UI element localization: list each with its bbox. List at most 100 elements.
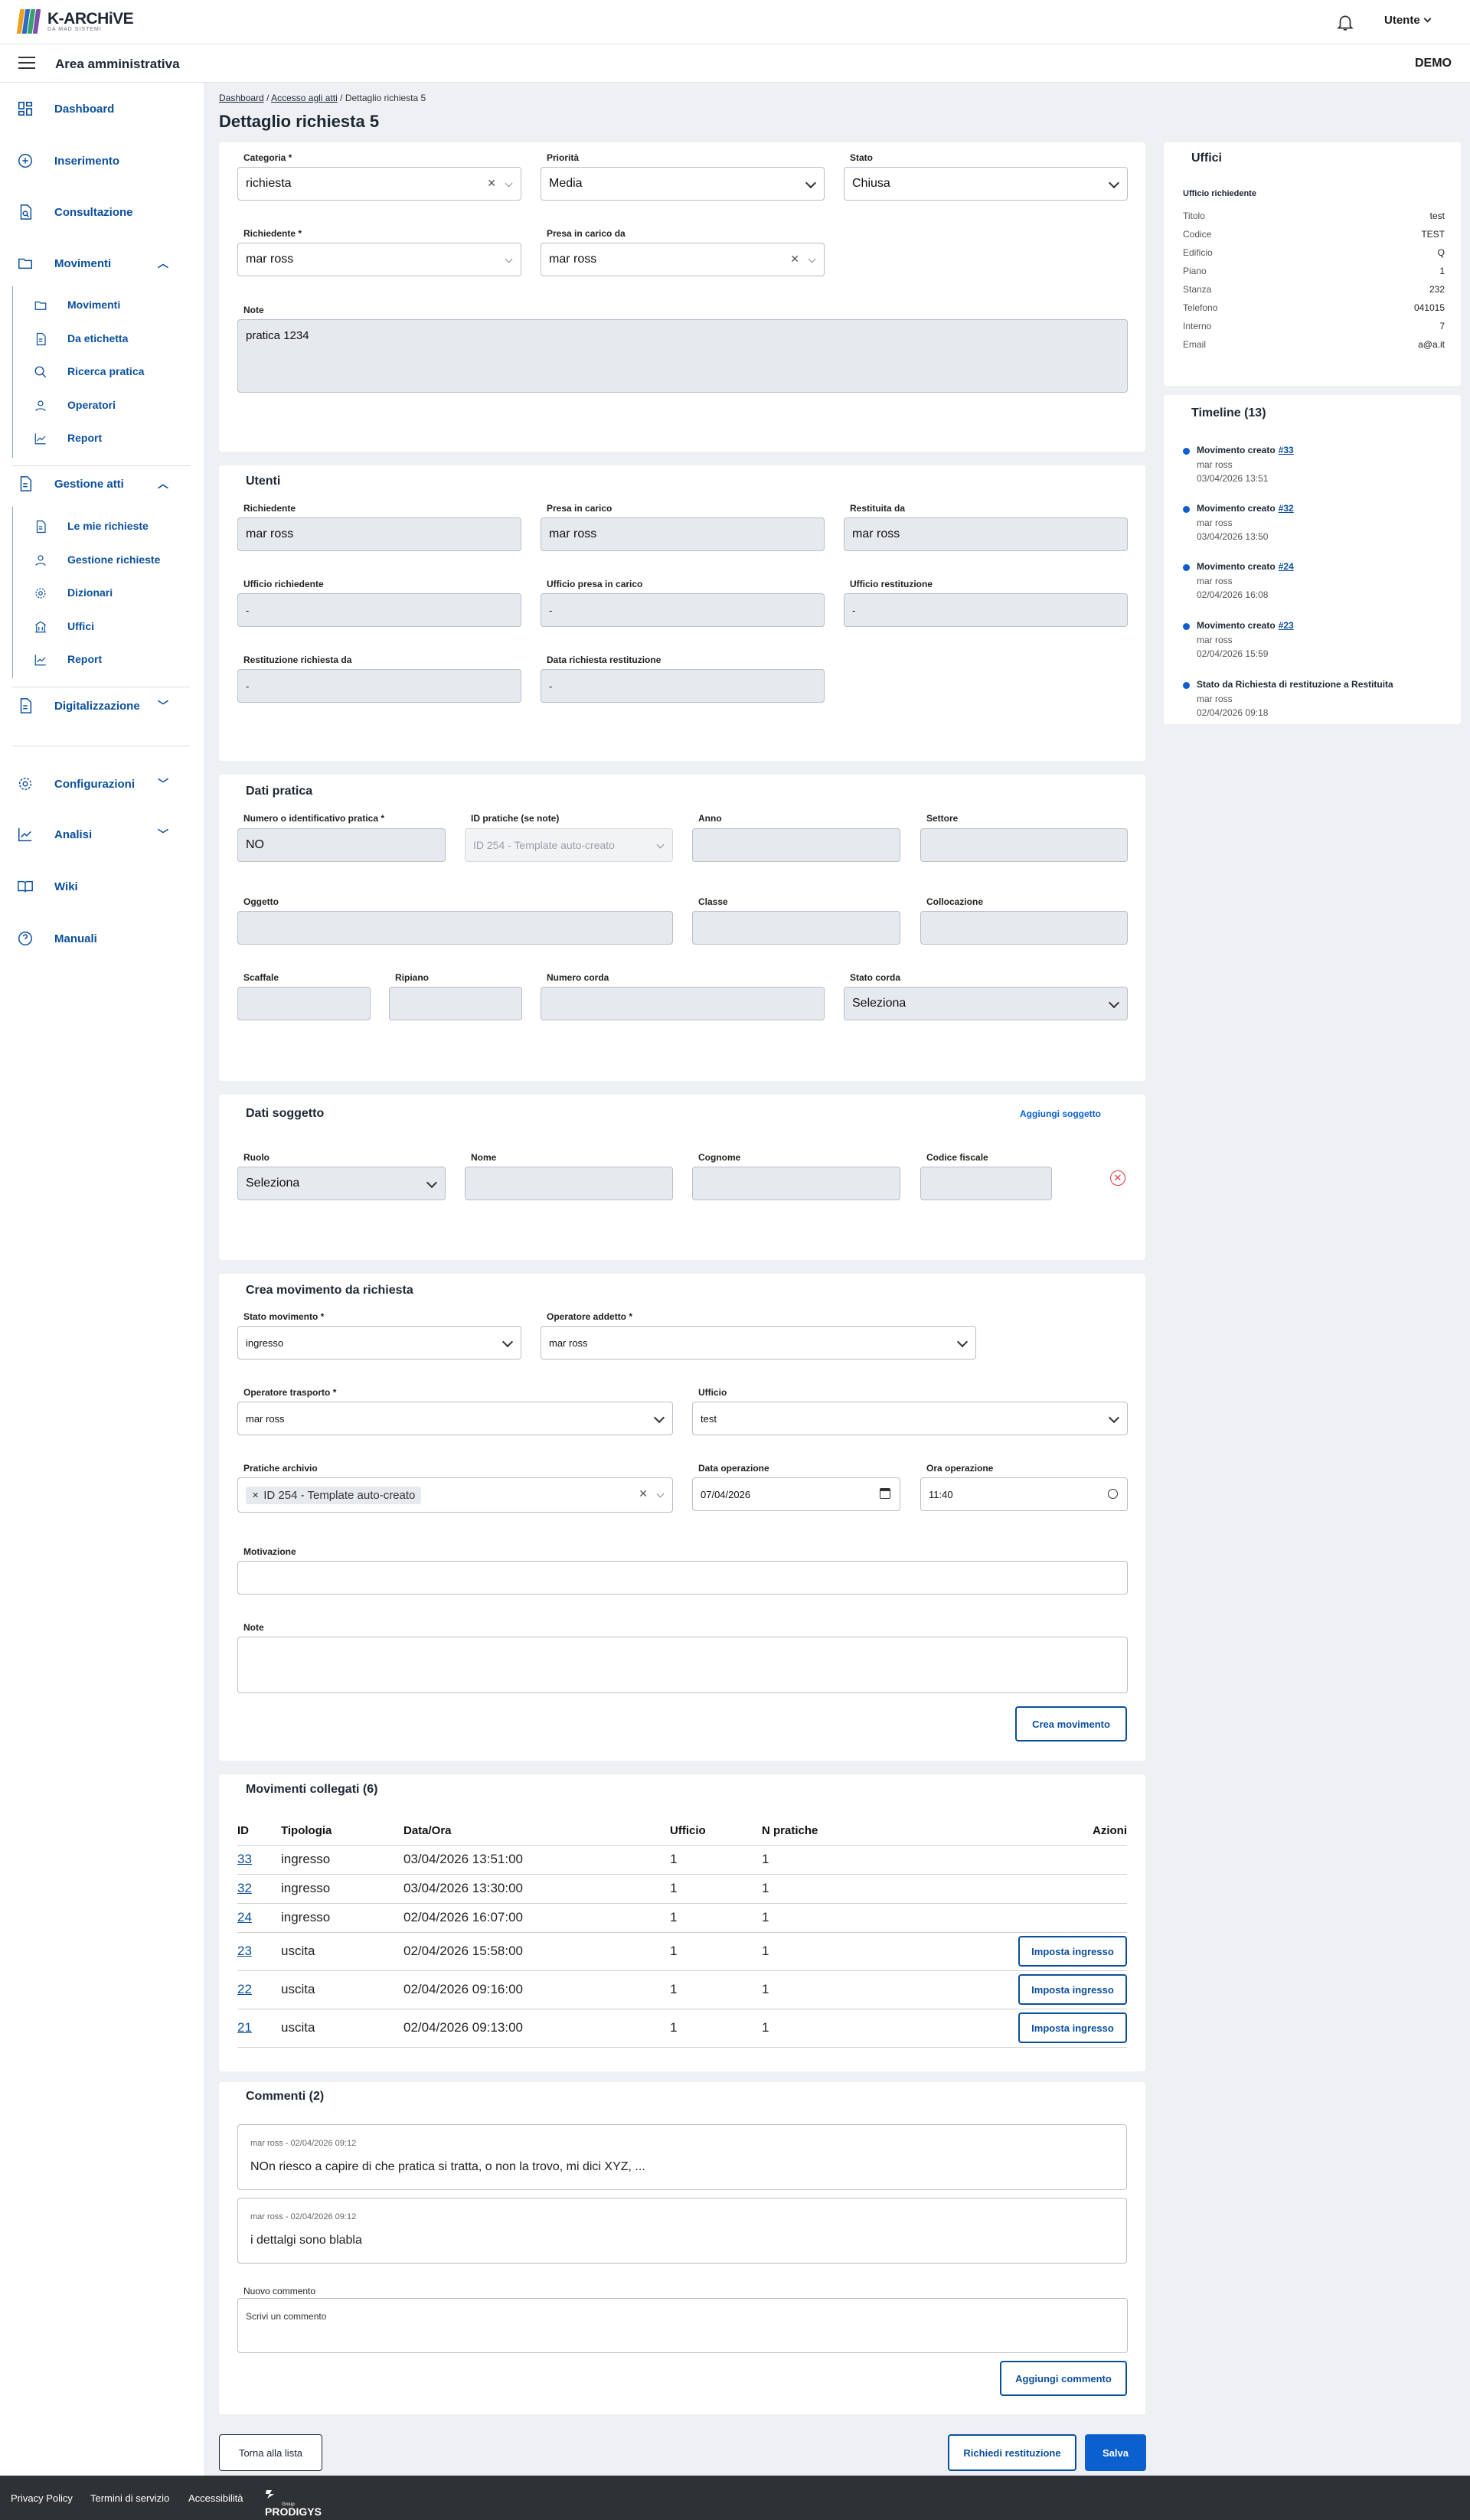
sidebar-item-inserimento[interactable]: Inserimento [0,152,204,170]
nome-field[interactable] [465,1167,673,1200]
bell-icon[interactable] [1335,12,1355,32]
clear-icon[interactable]: ✕ [790,253,799,266]
movimento-id-link[interactable]: 33 [237,1852,252,1866]
sidebar-item-wiki[interactable]: Wiki [0,877,204,896]
aggiungi-commento-button[interactable]: Aggiungi commento [1000,2361,1127,2396]
stato-movimento-select[interactable]: ingresso [237,1326,521,1360]
numero-corda-field[interactable] [541,987,825,1020]
ripiano-field[interactable] [389,987,522,1020]
richiedi-restituzione-button[interactable]: Richiedi restituzione [948,2434,1076,2471]
hamburger-menu-icon[interactable] [18,57,35,70]
movimento-id-link[interactable]: 24 [237,1910,252,1924]
utenti-presa-field: mar ross [541,517,825,551]
info-row-piano: Piano 1 [1183,266,1445,276]
crea-movimento-button[interactable]: Crea movimento [1015,1706,1127,1741]
privacy-policy-link[interactable]: Privacy Policy [11,2492,73,2504]
termini-servizio-link[interactable]: Termini di servizio [90,2492,169,2504]
stato-corda-select[interactable]: Seleziona [844,987,1128,1020]
sidebar-subitem-da-etichetta[interactable]: Da etichetta [0,332,204,348]
stato-select[interactable]: Chiusa [844,167,1128,201]
scaffale-field[interactable] [237,987,371,1020]
sidebar-subitem-report-atti[interactable]: Report [0,653,204,668]
sidebar-subitem-gestione-richieste[interactable]: Gestione richieste [0,553,204,569]
sidebar-subitem-le-mie-richieste[interactable]: Le mie richieste [0,520,204,535]
sidebar-item-manuali[interactable]: Manuali [0,929,204,948]
numero-pratica-field[interactable]: NO [237,828,446,862]
accessibilita-link[interactable]: Accessibilità [188,2492,243,2504]
cognome-label: Cognome [698,1152,741,1163]
remove-soggetto-icon[interactable]: ✕ [1110,1170,1125,1186]
sidebar-subitem-report[interactable]: Report [0,432,204,447]
cognome-field[interactable] [692,1167,900,1200]
collocazione-label: Collocazione [926,896,984,907]
clock-icon[interactable] [1108,1489,1118,1499]
sidebar-item-digitalizzazione[interactable]: Digitalizzazione ﹀ [0,697,204,715]
chevron-down-icon [653,1412,665,1424]
classe-field[interactable] [692,911,900,945]
breadcrumb-accesso-atti[interactable]: Accesso agli atti [271,93,338,103]
sidebar-item-consultazione[interactable]: Consultazione [0,203,204,221]
breadcrumb-dashboard[interactable]: Dashboard [219,93,264,103]
salva-button[interactable]: Salva [1085,2434,1146,2471]
movimento-id-link[interactable]: 21 [237,2020,252,2035]
logo[interactable]: K-ARCHiVE DA MAD SISTEMI [16,9,134,34]
calendar-icon[interactable] [880,1488,890,1499]
info-key: Stanza [1183,284,1212,295]
movimento-id-link[interactable]: 22 [237,1982,252,1996]
imposta-ingresso-button[interactable]: Imposta ingresso [1018,2012,1127,2043]
oggetto-field[interactable] [237,911,673,945]
ora-operazione-input[interactable]: 11:40 [920,1477,1128,1511]
chip-remove-icon[interactable]: ✕ [252,1490,259,1500]
sidebar-subitem-operatori[interactable]: Operatori [0,399,204,414]
pratiche-archivio-select[interactable]: ✕ ID 254 - Template auto-creato ✕ [237,1477,673,1513]
settore-field[interactable] [920,828,1128,862]
imposta-ingresso-button[interactable]: Imposta ingresso [1018,1974,1127,2005]
timeline-item-link[interactable]: #33 [1279,445,1294,455]
data-operazione-input[interactable]: 07/04/2026 [692,1477,900,1511]
presa-select[interactable]: mar ross ✕ [541,243,825,276]
ufficio-select[interactable]: test [692,1402,1128,1435]
info-row-interno: Interno 7 [1183,321,1445,331]
collocazione-field[interactable] [920,911,1128,945]
sidebar-item-gestione-atti[interactable]: Gestione atti ︿ [0,475,204,493]
sidebar-item-label: Movimenti [54,256,112,270]
priorita-select[interactable]: Media [541,167,825,201]
movimento-id-link[interactable]: 23 [237,1944,252,1958]
timeline-item: Movimento creato #24 mar ross 02/04/2026 … [1183,561,1443,607]
clear-icon[interactable]: ✕ [639,1487,648,1500]
movimento-id-link[interactable]: 32 [237,1881,252,1895]
sidebar-subitem-ricerca-pratica[interactable]: Ricerca pratica [0,365,204,380]
sidebar-item-configurazioni[interactable]: Configurazioni ﹀ [0,775,204,793]
prodigys-logo-sub: Group [282,2502,295,2507]
ruolo-select[interactable]: Seleziona [237,1167,446,1200]
timeline-item-link[interactable]: #23 [1279,620,1294,631]
ufficio-value: test [701,1412,717,1425]
imposta-ingresso-button[interactable]: Imposta ingresso [1018,1936,1127,1967]
movimento-note-textarea[interactable] [237,1637,1128,1693]
operatore-trasporto-select[interactable]: mar ross [237,1402,673,1435]
azioni-cell [915,1874,1127,1904]
codice-fiscale-field[interactable] [920,1167,1052,1200]
motivazione-input[interactable] [237,1561,1128,1595]
categoria-select[interactable]: richiesta ✕ [237,167,521,201]
sidebar-item-movimenti[interactable]: Movimenti ︿ [0,254,204,273]
user-menu[interactable]: Utente [1384,14,1432,27]
sidebar-subitem-movimenti[interactable]: Movimenti [0,299,204,314]
sidebar-item-analisi[interactable]: Analisi ﹀ [0,825,204,844]
sidebar-subitem-uffici[interactable]: Uffici [0,620,204,635]
timeline-item-link[interactable]: #32 [1279,503,1294,514]
nuovo-commento-textarea[interactable]: Scrivi un commento [237,2298,1128,2353]
aggiungi-soggetto-link[interactable]: Aggiungi soggetto [1020,1108,1101,1119]
note-textarea[interactable]: pratica 1234 [237,319,1128,393]
timeline-item-link[interactable]: #24 [1279,561,1294,572]
sidebar-item-dashboard[interactable]: Dashboard [0,100,204,118]
anno-field[interactable] [692,828,900,862]
ufficio-cell: 1 [670,2009,762,2048]
torna-alla-lista-button[interactable]: Torna alla lista [219,2434,322,2471]
timeline-item-title: Movimento creato [1197,620,1276,631]
table-row: 32 ingresso 03/04/2026 13:30:00 1 1 [237,1874,1127,1904]
richiedente-select[interactable]: mar ross [237,243,521,276]
sidebar-subitem-dizionari[interactable]: Dizionari [0,586,204,602]
operatore-addetto-select[interactable]: mar ross [541,1326,976,1360]
clear-icon[interactable]: ✕ [487,177,496,190]
